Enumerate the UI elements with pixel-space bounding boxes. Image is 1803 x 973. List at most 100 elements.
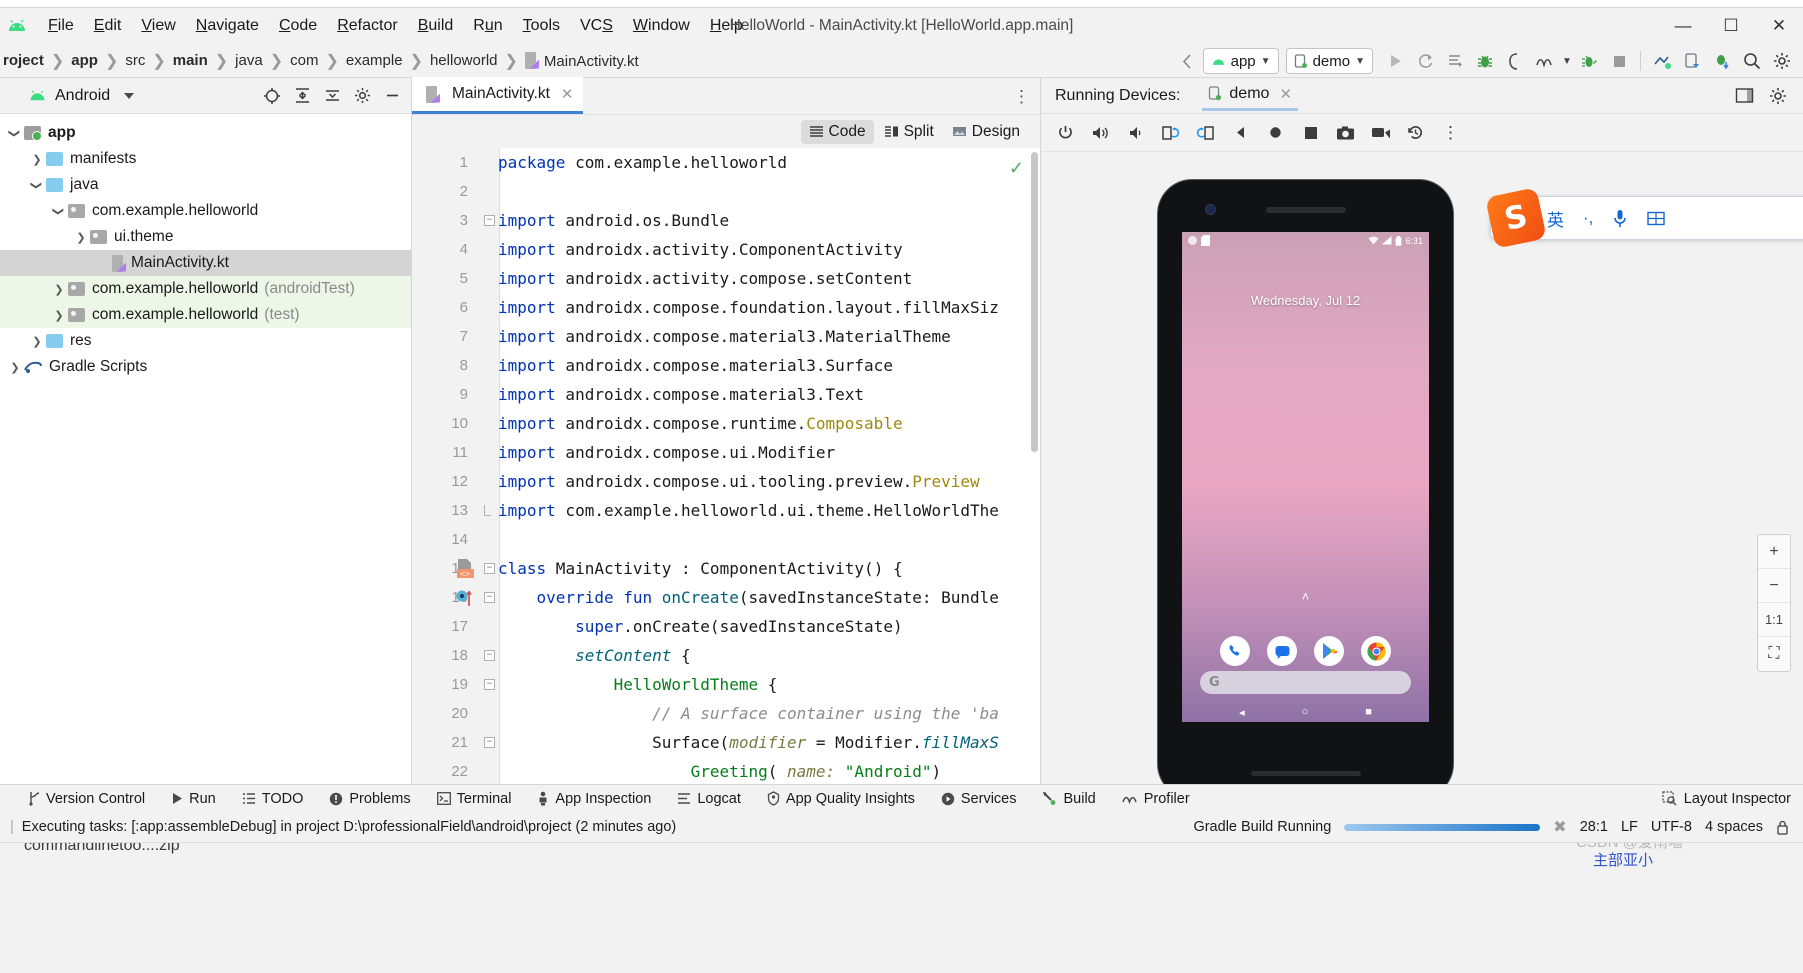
history-icon[interactable] [1399, 118, 1432, 148]
navigate-back-icon[interactable] [1173, 46, 1203, 76]
fold-minus-icon[interactable]: − [484, 563, 495, 574]
zoom-out-button[interactable]: − [1758, 569, 1790, 603]
code-line-10[interactable]: 10 import androidx.compose.runtime.Compos… [412, 409, 1040, 438]
view-mode-code[interactable]: Code [800, 119, 874, 144]
keyboard-icon[interactable] [1647, 211, 1666, 226]
code-line-1[interactable]: 1 package com.example.helloworld [412, 148, 1040, 177]
close-button[interactable]: ✕ [1755, 8, 1803, 44]
run-with-coverage-icon[interactable] [1440, 46, 1470, 76]
tree-item-mainactivity-kt[interactable]: MainActivity.kt [0, 250, 411, 276]
breadcrumb-app[interactable]: app [68, 52, 101, 69]
menu-navigate[interactable]: Navigate [186, 14, 269, 38]
phone-icon[interactable] [1220, 636, 1250, 666]
code-line-19[interactable]: 19 − HelloWorldTheme { [412, 670, 1040, 699]
menu-refactor[interactable]: Refactor [327, 14, 407, 38]
code-line-15[interactable]: 15<>−class MainActivity : ComponentActiv… [412, 554, 1040, 583]
lock-icon[interactable] [1776, 820, 1789, 835]
tool-window-terminal[interactable]: Terminal [424, 791, 525, 807]
record-icon[interactable] [1364, 118, 1397, 148]
settings-icon[interactable] [347, 81, 377, 111]
code-line-21[interactable]: 21 − Surface(modifier = Modifier.fillMaxS [412, 728, 1040, 757]
tree-item-java[interactable]: java [0, 172, 411, 198]
breadcrumb-main[interactable]: main [170, 52, 211, 69]
code-line-18[interactable]: 18 − setContent { [412, 641, 1040, 670]
nav-back-icon[interactable]: ◂ [1239, 706, 1245, 719]
menu-view[interactable]: View [131, 14, 185, 38]
view-mode-split[interactable]: Split [876, 120, 942, 144]
search-icon[interactable] [1737, 46, 1767, 76]
profiler-icon[interactable] [1530, 46, 1560, 76]
file-encoding[interactable]: UTF-8 [1651, 819, 1692, 835]
microphone-icon[interactable] [1612, 209, 1628, 228]
hide-panel-icon[interactable] [377, 81, 407, 111]
app-drawer-chevron-icon[interactable]: ˄ [1302, 589, 1310, 604]
fold-minus-icon[interactable]: − [484, 215, 495, 226]
emulator-device-frame[interactable]: 6:31 Wednesday, Jul 12 ˄ G ◂ ○ ■ [1158, 180, 1453, 798]
module-selector[interactable]: app ▼ [1202, 48, 1279, 74]
code-line-5[interactable]: 5 import androidx.activity.compose.setCon… [412, 264, 1040, 293]
tool-window-run[interactable]: Run [158, 791, 229, 807]
cancel-icon[interactable]: ✖ [1553, 817, 1566, 837]
code-line-22[interactable]: 22 Greeting( name: "Android") [412, 757, 1040, 784]
tool-window-todo[interactable]: TODO [229, 791, 317, 807]
fold-minus-icon[interactable]: − [484, 592, 495, 603]
download-chip[interactable]: commandlinetoo....zip [24, 843, 180, 855]
apply-changes-icon[interactable] [1574, 46, 1604, 76]
view-mode-design[interactable]: Design [944, 120, 1028, 144]
menu-edit[interactable]: Edit [84, 14, 132, 38]
tool-window-services[interactable]: Services [928, 791, 1030, 807]
code-line-17[interactable]: 17 super.onCreate(savedInstanceState) [412, 612, 1040, 641]
breadcrumb-mainactivity-kt[interactable]: MainActivity.kt [522, 51, 642, 70]
breadcrumb-helloworld[interactable]: helloworld [427, 52, 501, 69]
device-tab-demo[interactable]: demo ✕ [1202, 80, 1299, 111]
breadcrumb-src[interactable]: src [122, 52, 148, 69]
menu-tools[interactable]: Tools [513, 14, 570, 38]
expand-all-icon[interactable] [287, 81, 317, 111]
fold-minus-icon[interactable]: − [484, 737, 495, 748]
layout-inspector-item[interactable]: Layout Inspector [1662, 791, 1803, 807]
breadcrumb-roject[interactable]: roject [0, 52, 47, 69]
code-lines[interactable]: 1 package com.example.helloworld 2 3− import… [412, 148, 1040, 784]
chevron-down-icon[interactable] [6, 126, 24, 140]
tool-window-logcat[interactable]: Logcat [664, 791, 754, 807]
chevron-right-icon[interactable] [6, 360, 24, 374]
tool-window-app-quality-insights[interactable]: App Quality Insights [754, 791, 928, 807]
home-icon[interactable] [1259, 118, 1292, 148]
more-options-icon[interactable]: ⋮ [1013, 87, 1030, 107]
rotate-left-icon[interactable] [1154, 118, 1187, 148]
collapse-all-icon[interactable] [317, 81, 347, 111]
tree-item-com-example-helloworld[interactable]: com.example.helloworld (androidTest) [0, 276, 411, 302]
tool-window-app-inspection[interactable]: App Inspection [524, 791, 664, 807]
chevron-down-icon[interactable] [124, 92, 135, 99]
emulator-dock[interactable] [1182, 636, 1429, 666]
code-line-14[interactable]: 14 [412, 525, 1040, 554]
sdk-manager-icon[interactable] [1707, 46, 1737, 76]
emulator-screen[interactable]: 6:31 Wednesday, Jul 12 ˄ G ◂ ○ ■ [1182, 232, 1429, 722]
zoom-fit-button[interactable]: ⛶ [1758, 637, 1790, 671]
close-icon[interactable]: ✕ [561, 85, 574, 103]
tool-window-problems[interactable]: Problems [316, 791, 423, 807]
split-window-icon[interactable] [1729, 81, 1759, 111]
code-line-12[interactable]: 12 import androidx.compose.ui.tooling.pre… [412, 467, 1040, 496]
settings-icon[interactable] [1763, 81, 1793, 111]
more-icon[interactable]: ⋮ [1434, 118, 1467, 148]
menu-code[interactable]: Code [269, 14, 327, 38]
code-line-8[interactable]: 8 import androidx.compose.material3.Surfa… [412, 351, 1040, 380]
device-selector[interactable]: demo ▼ [1285, 48, 1373, 74]
code-line-16[interactable]: 16− override fun onCreate(savedInstanceS… [412, 583, 1040, 612]
volume-down-icon[interactable] [1119, 118, 1152, 148]
tree-item-com-example-helloworld[interactable]: com.example.helloworld (test) [0, 302, 411, 328]
messages-icon[interactable] [1267, 636, 1297, 666]
menu-window[interactable]: Window [623, 14, 700, 38]
chevron-right-icon[interactable] [50, 308, 68, 322]
editor-scrollbar[interactable] [1031, 152, 1038, 452]
ime-language-label[interactable]: 英 [1547, 206, 1564, 231]
tool-window-version-control[interactable]: Version Control [14, 791, 158, 807]
tree-item-manifests[interactable]: manifests [0, 146, 411, 172]
code-line-2[interactable]: 2 [412, 177, 1040, 206]
overview-icon[interactable] [1294, 118, 1327, 148]
chevron-down-icon[interactable] [28, 178, 46, 192]
tree-item-res[interactable]: res [0, 328, 411, 354]
code-line-4[interactable]: 4 import androidx.activity.ComponentActiv… [412, 235, 1040, 264]
run-icon[interactable] [1380, 46, 1410, 76]
